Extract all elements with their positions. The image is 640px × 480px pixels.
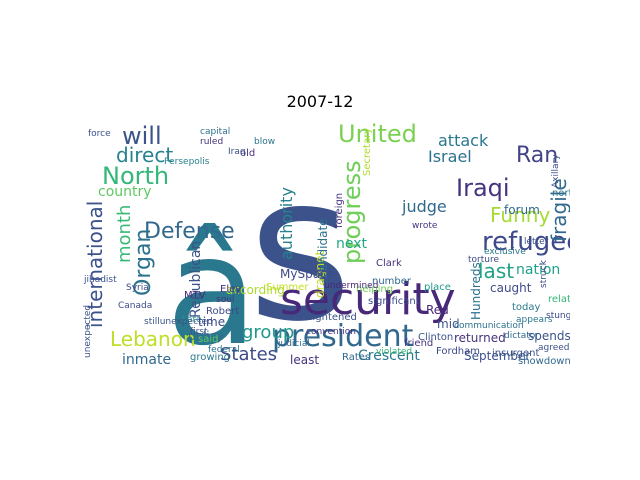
- cloud-word: Summer: [266, 282, 309, 293]
- cloud-word: Iraqi: [456, 174, 510, 202]
- cloud-word: Iraq: [228, 147, 246, 157]
- cloud-word: stillunexpected: [144, 317, 213, 327]
- cloud-word: wrote: [412, 221, 438, 231]
- cloud-word: struck: [539, 259, 549, 288]
- cloud-word: violated: [376, 347, 412, 357]
- cloud-word: Lebanon: [110, 327, 196, 351]
- cloud-word: Hundreds: [469, 262, 483, 320]
- cloud-word: capital: [200, 127, 230, 137]
- cloud-word: judicial: [277, 339, 310, 349]
- cloud-word: significant: [368, 296, 420, 307]
- cloud-word: month: [114, 205, 135, 263]
- cloud-word: caught: [490, 281, 532, 295]
- cloud-word: blow: [254, 137, 275, 147]
- cloud-word: first: [190, 327, 208, 337]
- cloud-word: Syria: [126, 283, 149, 293]
- cloud-word: torture: [468, 255, 499, 265]
- cloud-word: next: [336, 236, 368, 252]
- cloud-word: related: [548, 294, 570, 305]
- cloud-word: ruled: [200, 137, 223, 147]
- cloud-word: force: [88, 129, 111, 139]
- cloud-word: northern: [552, 188, 570, 199]
- cloud-word: Eley: [220, 284, 241, 295]
- cloud-word: jihadist: [83, 275, 117, 285]
- cloud-word: MySpace: [280, 267, 334, 281]
- cloud-word: insurgent: [492, 348, 539, 359]
- cloud-word: soul: [216, 295, 234, 305]
- cloud-word: convention: [306, 327, 356, 337]
- cloud-word: place: [424, 282, 451, 293]
- cloud-word: appears: [516, 315, 553, 325]
- cloud-word: forum: [504, 203, 540, 217]
- cloud-word: communication: [454, 321, 524, 331]
- cloud-word: heightened: [300, 312, 357, 323]
- cloud-word: United: [338, 120, 417, 148]
- word-cloud: sâsecuritypresidentUnitedrefugeewillIraq…: [80, 118, 570, 366]
- cloud-word: dictator: [504, 331, 539, 341]
- cloud-word: authority: [277, 187, 296, 260]
- cloud-word: returned: [454, 331, 506, 345]
- cloud-word: letter: [524, 237, 549, 247]
- cloud-word: Clark: [376, 258, 402, 269]
- word-cloud-canvas: sâsecuritypresidentUnitedrefugeewillIraq…: [83, 120, 570, 366]
- cloud-word: judge: [401, 197, 447, 216]
- cloud-word: federal: [208, 345, 240, 355]
- cloud-word: Republican: [188, 241, 204, 318]
- cloud-word: Red: [426, 303, 449, 317]
- cloud-word: Axillary: [551, 154, 561, 188]
- cloud-word: Fordham: [436, 346, 480, 357]
- cloud-word: undermined: [324, 281, 378, 291]
- cloud-word: agreed: [538, 343, 570, 353]
- cloud-word: country: [98, 184, 152, 200]
- cloud-word: Robert: [206, 306, 239, 317]
- chart-title: 2007-12: [286, 92, 354, 111]
- cloud-word: today: [512, 302, 541, 313]
- cloud-word: foreign: [334, 193, 345, 228]
- cloud-word: least: [290, 353, 319, 366]
- cloud-word: Rates: [342, 352, 370, 363]
- cloud-word: Persepolis: [164, 157, 210, 167]
- cloud-word: unexpected: [83, 305, 93, 358]
- cloud-word: Defense: [144, 219, 235, 244]
- cloud-word: Israel: [428, 147, 472, 166]
- cloud-word: inmate: [122, 352, 171, 366]
- cloud-word: MTV: [184, 290, 206, 301]
- cloud-word: Secretary: [362, 128, 373, 176]
- cloud-word: Canada: [118, 301, 152, 311]
